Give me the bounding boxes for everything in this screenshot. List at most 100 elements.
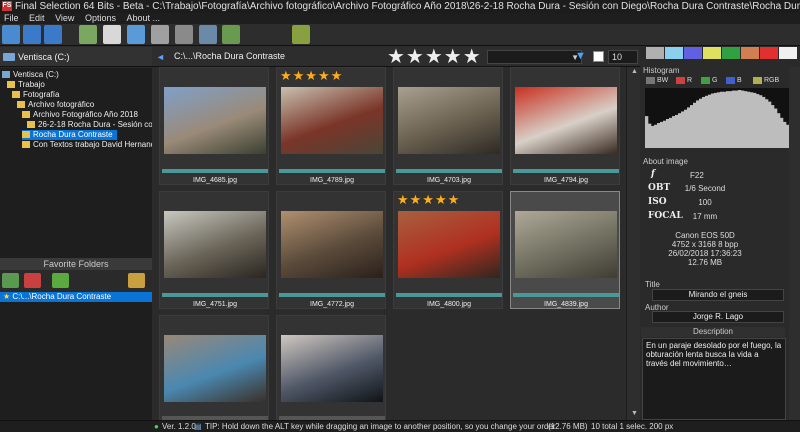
thumbnail-image[interactable] bbox=[164, 335, 266, 402]
thumbnail-image[interactable] bbox=[398, 211, 500, 278]
folder-icon bbox=[7, 81, 15, 88]
menu-about[interactable]: About ... bbox=[126, 13, 160, 23]
histogram-bin bbox=[774, 108, 778, 148]
go-to-favorite-icon[interactable] bbox=[52, 273, 69, 288]
rating-stars[interactable]: ★★★★★ bbox=[280, 69, 343, 83]
histogram-bin bbox=[756, 94, 760, 148]
menu-edit[interactable]: Edit bbox=[29, 13, 45, 23]
tree-node-archivo[interactable]: Archivo fotográfico bbox=[17, 100, 94, 110]
color-swatch[interactable] bbox=[741, 47, 759, 59]
tab-label: R bbox=[687, 77, 693, 84]
author-field[interactable]: Jorge R. Lago bbox=[652, 311, 784, 323]
histogram-bin bbox=[747, 91, 751, 148]
folder-tree[interactable]: Ventisca (C:) Trabajo Fotografía Archivo… bbox=[0, 68, 180, 258]
rating-stars[interactable]: ★★★★★ bbox=[397, 193, 460, 207]
tree-node-anio-2018[interactable]: Archivo Fotográfico Año 2018 bbox=[22, 110, 138, 120]
color-swatch[interactable] bbox=[684, 47, 702, 59]
thumbnail-image[interactable] bbox=[281, 335, 383, 402]
tree-node-rocha-dura-contraste[interactable]: Rocha Dura Contraste bbox=[22, 130, 117, 140]
thumbnail-image[interactable] bbox=[164, 87, 266, 154]
finalize-icon[interactable] bbox=[292, 25, 310, 44]
title-field[interactable]: Mirando el gneis bbox=[652, 289, 784, 301]
thumbnail-image[interactable] bbox=[164, 211, 266, 278]
favorite-item[interactable]: ★ C:\...\Rocha Dura Contraste bbox=[0, 292, 152, 302]
histogram-bin bbox=[657, 123, 661, 148]
thumbnail-image[interactable] bbox=[281, 211, 383, 278]
camera-model: Canon EOS 50D bbox=[675, 231, 735, 240]
thumbnail-image[interactable] bbox=[515, 211, 617, 278]
histogram-tab-rgb[interactable]: RGB bbox=[752, 75, 779, 86]
tree-label: Con Textos trabajo David Hernandez bbox=[33, 140, 164, 149]
grid-scrollbar[interactable]: ▲ ▼ bbox=[626, 67, 640, 420]
remove-favorite-icon[interactable] bbox=[24, 273, 41, 288]
add-images-icon[interactable] bbox=[79, 25, 97, 44]
window-title: Final Selection 64 Bits - Beta - C:\Trab… bbox=[15, 1, 800, 12]
thumbnail-card[interactable]: IMG_4685.jpg bbox=[159, 67, 269, 185]
thumbnail-card[interactable] bbox=[159, 315, 269, 420]
histogram-tab-bw[interactable]: BW bbox=[645, 75, 668, 86]
thumbnail-image[interactable] bbox=[398, 87, 500, 154]
menu-view[interactable]: View bbox=[55, 13, 74, 23]
color-swatch[interactable] bbox=[779, 47, 797, 59]
save-as-icon[interactable] bbox=[44, 25, 62, 44]
right-panel-scrollbar[interactable] bbox=[789, 67, 800, 420]
histogram-tab-r[interactable]: R bbox=[675, 75, 692, 86]
color-swatch[interactable] bbox=[703, 47, 721, 59]
tree-node-trabajo[interactable]: Trabajo bbox=[7, 80, 45, 90]
edit-icon[interactable] bbox=[151, 25, 169, 44]
thumbnail-card[interactable]: ★★★★★ IMG_4800.jpg bbox=[393, 191, 503, 309]
histogram-bin bbox=[735, 90, 739, 148]
menu-options[interactable]: Options bbox=[85, 13, 116, 23]
filter-icon[interactable]: ▼ bbox=[575, 50, 586, 62]
thumbnail-card[interactable] bbox=[276, 315, 386, 420]
rename-icon[interactable] bbox=[175, 25, 193, 44]
histogram-tab-b[interactable]: B bbox=[725, 75, 742, 86]
drive-selector[interactable]: Ventisca (C:) bbox=[0, 47, 152, 67]
color-swatch[interactable] bbox=[722, 47, 740, 59]
histogram-tab-g[interactable]: G bbox=[700, 75, 717, 86]
favorite-label: C:\...\Rocha Dura Contraste bbox=[12, 292, 112, 301]
histogram-bin bbox=[720, 91, 724, 148]
print-icon[interactable] bbox=[103, 25, 121, 44]
histogram-bin bbox=[669, 117, 673, 148]
scroll-up-icon[interactable]: ▲ bbox=[631, 68, 638, 75]
tab-label: BW bbox=[657, 77, 669, 84]
histogram-bin bbox=[729, 91, 733, 148]
settings-icon[interactable] bbox=[199, 25, 217, 44]
description-field[interactable]: En un paraje desolado por el fuego, la o… bbox=[642, 338, 786, 420]
menu-file[interactable]: File bbox=[4, 13, 19, 23]
tree-node-fotografia[interactable]: Fotografía bbox=[12, 90, 59, 100]
rating-filter[interactable]: ★★★★★ bbox=[387, 47, 482, 67]
folder-icon bbox=[22, 131, 30, 138]
export-icon[interactable] bbox=[127, 25, 145, 44]
filter-dropdown[interactable]: ▼ bbox=[487, 50, 582, 64]
bw-icon bbox=[646, 77, 655, 84]
thumbnail-card[interactable]: IMG_4839.jpg bbox=[510, 191, 620, 309]
thumbnail-image[interactable] bbox=[515, 87, 617, 154]
favorites-list[interactable] bbox=[0, 302, 152, 420]
thumbnail-card[interactable]: IMG_4703.jpg bbox=[393, 67, 503, 185]
thumbnail-image[interactable] bbox=[281, 87, 383, 154]
thumbnail-card[interactable]: IMG_4751.jpg bbox=[159, 191, 269, 309]
thumbnail-card[interactable]: IMG_4772.jpg bbox=[276, 191, 386, 309]
new-project-icon[interactable] bbox=[2, 25, 20, 44]
favorites-folder-icon[interactable] bbox=[128, 273, 145, 288]
color-swatch[interactable] bbox=[646, 47, 664, 59]
count-field[interactable]: 10 bbox=[608, 50, 638, 64]
add-favorite-icon[interactable] bbox=[2, 273, 19, 288]
histogram-bin bbox=[771, 105, 775, 148]
color-swatch[interactable] bbox=[760, 47, 778, 59]
thumbnail-filename: IMG_4772.jpg bbox=[310, 301, 354, 308]
tree-node-drive[interactable]: Ventisca (C:) bbox=[2, 70, 59, 80]
folder-icon bbox=[27, 121, 35, 128]
back-button[interactable]: ◄ bbox=[156, 52, 165, 62]
save-icon[interactable] bbox=[23, 25, 41, 44]
color-swatch[interactable] bbox=[665, 47, 683, 59]
thumbnail-card[interactable]: IMG_4794.jpg bbox=[510, 67, 620, 185]
slideshow-icon[interactable] bbox=[222, 25, 240, 44]
folder-icon bbox=[12, 91, 20, 98]
tree-node-con-textos[interactable]: Con Textos trabajo David Hernandez bbox=[22, 140, 164, 150]
filter-checkbox[interactable] bbox=[593, 51, 604, 62]
thumbnail-card[interactable]: ★★★★★ IMG_4789.jpg bbox=[276, 67, 386, 185]
scroll-down-icon[interactable]: ▼ bbox=[631, 410, 638, 417]
